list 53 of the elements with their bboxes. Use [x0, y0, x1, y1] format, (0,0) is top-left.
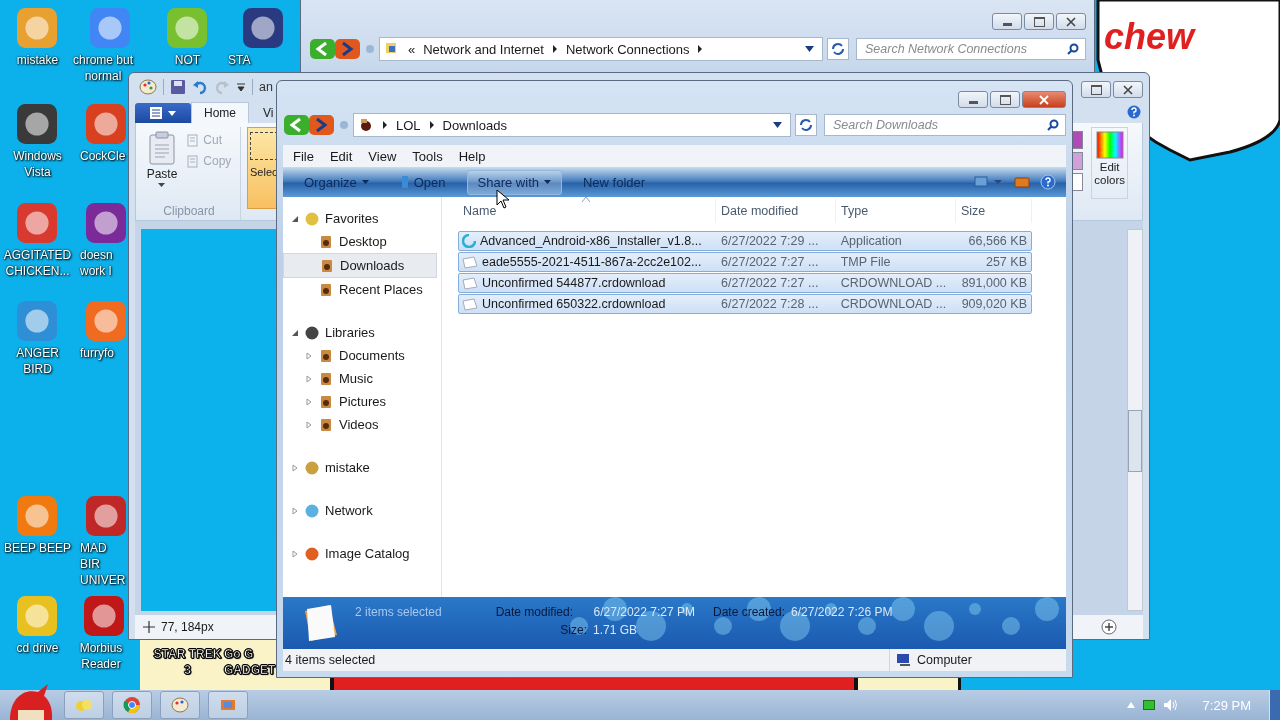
- nav-item[interactable]: Desktop: [283, 230, 441, 253]
- paste-button[interactable]: Paste: [144, 127, 180, 191]
- column-header[interactable]: Type: [836, 199, 956, 223]
- zone-label: Computer: [917, 653, 972, 667]
- nav-item[interactable]: Network: [283, 499, 441, 522]
- column-header[interactable]: Date modified: [716, 199, 836, 223]
- column-header[interactable]: Name: [458, 199, 716, 223]
- menu-item[interactable]: Help: [452, 146, 492, 166]
- nav-item[interactable]: Image Catalog: [283, 542, 441, 565]
- nav-item[interactable]: Music: [283, 367, 441, 390]
- ribbon-tab[interactable]: Home: [191, 102, 249, 123]
- search-field[interactable]: Search Network Connections: [856, 38, 1086, 60]
- breadcrumb[interactable]: Network and Internet: [423, 41, 544, 57]
- property-label: Date modified:: [495, 605, 573, 621]
- menu-item[interactable]: File: [287, 146, 320, 166]
- window-title: an: [259, 80, 273, 94]
- property-label: Date created:: [713, 605, 786, 621]
- property-value: 1.71 GB: [593, 623, 639, 639]
- property-value: 6/27/2022 7:26 PM: [791, 605, 893, 621]
- selection-summary: 2 items selected: [355, 605, 443, 621]
- nav-item[interactable]: Favorites: [283, 207, 441, 230]
- toolbar-button[interactable]: Share with: [466, 169, 562, 195]
- nav-item[interactable]: Downloads: [283, 253, 437, 278]
- file-row[interactable]: eade5555-2021-4511-867a-2cc2e102... 6/27/2022 7:27 ... TMP File 257 KB: [458, 252, 1032, 272]
- address-bar[interactable]: « Network and Internet Network Connections: [379, 37, 823, 61]
- cursor-position: 77, 184px: [161, 620, 214, 634]
- property-label: Size:: [559, 623, 587, 639]
- property-value: 6/27/2022 7:27 PM: [593, 605, 695, 621]
- edit-colors-button[interactable]: Edit colors: [1091, 127, 1128, 199]
- column-header[interactable]: Size: [956, 199, 1032, 223]
- breadcrumb[interactable]: LOL: [396, 117, 421, 133]
- breadcrumb[interactable]: Network Connections: [565, 41, 690, 57]
- nav-item[interactable]: Libraries: [283, 321, 441, 344]
- group-label: Clipboard: [163, 204, 215, 218]
- search-field[interactable]: Search Downloads: [824, 114, 1066, 136]
- address-bar[interactable]: LOL Downloads: [353, 113, 791, 137]
- nav-item[interactable]: Videos: [283, 413, 441, 436]
- menu-item[interactable]: Edit: [323, 146, 359, 166]
- ribbon-tab[interactable]: Vi: [259, 103, 278, 123]
- breadcrumb[interactable]: Downloads: [442, 117, 507, 133]
- breadcrumb[interactable]: «: [408, 41, 416, 57]
- file-row[interactable]: Advanced_Android-x86_Installer_v1.8... 6/27/2022 7:29 ... Application 66,566 KB: [458, 231, 1032, 251]
- menu-item[interactable]: View: [362, 146, 403, 166]
- bubble-text: chew: [1104, 16, 1195, 58]
- file-row[interactable]: Unconfirmed 650322.crdownload 6/27/2022 7:28 ... CRDOWNLOAD ... 909,020 KB: [458, 294, 1032, 314]
- nav-item[interactable]: mistake: [283, 456, 441, 479]
- status-text: 4 items selected: [285, 653, 376, 667]
- menu-item[interactable]: Tools: [406, 146, 449, 166]
- nav-item[interactable]: Documents: [283, 344, 441, 367]
- select-button[interactable]: Selec: [247, 127, 279, 209]
- nav-item[interactable]: Recent Places: [283, 278, 441, 301]
- nav-item[interactable]: Pictures: [283, 390, 441, 413]
- file-row[interactable]: Unconfirmed 544877.crdownload 6/27/2022 7:27 ... CRDOWNLOAD ... 891,000 KB: [458, 273, 1032, 293]
